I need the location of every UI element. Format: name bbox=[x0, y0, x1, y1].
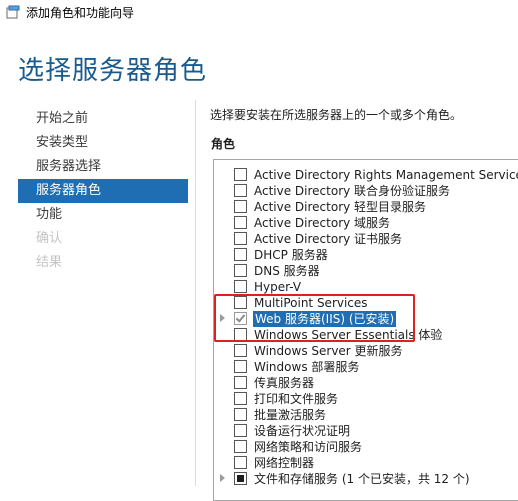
role-checkbox[interactable] bbox=[234, 184, 247, 197]
role-row[interactable]: Active Directory Rights Management Servi… bbox=[214, 167, 518, 183]
role-row[interactable]: 文件和存储服务 (1 个已安装，共 12 个) bbox=[214, 471, 518, 487]
role-checkbox[interactable] bbox=[234, 456, 247, 469]
role-label: 传真服务器 bbox=[254, 376, 315, 390]
role-checkbox[interactable] bbox=[234, 360, 247, 373]
role-checkbox[interactable] bbox=[234, 200, 247, 213]
role-label: Windows Server Essentials 体验 bbox=[254, 328, 443, 342]
role-label: Active Directory 证书服务 bbox=[254, 232, 403, 246]
role-label: Active Directory Rights Management Servi… bbox=[254, 168, 518, 182]
role-checkbox[interactable] bbox=[234, 296, 247, 309]
role-label: Windows 部署服务 bbox=[254, 360, 360, 374]
role-row[interactable]: Web 服务器(IIS) (已安装) bbox=[214, 311, 518, 327]
role-row[interactable]: Active Directory 域服务 bbox=[214, 215, 518, 231]
role-label: 文件和存储服务 (1 个已安装，共 12 个) bbox=[254, 472, 470, 486]
role-row[interactable]: DHCP 服务器 bbox=[214, 247, 518, 263]
role-checkbox[interactable] bbox=[234, 408, 247, 421]
role-label: Active Directory 联合身份验证服务 bbox=[254, 184, 451, 198]
role-checkbox[interactable] bbox=[234, 232, 247, 245]
role-row[interactable]: Active Directory 证书服务 bbox=[214, 231, 518, 247]
nav-item-0[interactable]: 开始之前 bbox=[18, 107, 188, 131]
wizard-nav: 开始之前 安装类型 服务器选择 服务器角色 功能确认结果 bbox=[18, 107, 188, 275]
expand-arrow-icon[interactable] bbox=[220, 474, 225, 482]
expand-arrow-icon[interactable] bbox=[220, 314, 225, 322]
role-label: Windows Server 更新服务 bbox=[254, 344, 403, 358]
role-row[interactable]: Windows 部署服务 bbox=[214, 359, 518, 375]
role-row[interactable]: 传真服务器 bbox=[214, 375, 518, 391]
wizard-icon bbox=[6, 5, 20, 19]
role-row[interactable]: 网络策略和访问服务 bbox=[214, 439, 518, 455]
role-checkbox[interactable] bbox=[234, 312, 247, 325]
nav-item-5: 确认 bbox=[36, 231, 63, 246]
page-title: 选择服务器角色 bbox=[18, 56, 208, 86]
role-label: Active Directory 轻型目录服务 bbox=[254, 200, 427, 214]
role-row[interactable]: DNS 服务器 bbox=[214, 263, 518, 279]
role-checkbox[interactable] bbox=[234, 328, 247, 341]
role-row[interactable]: 打印和文件服务 bbox=[214, 391, 518, 407]
title-bar: 添加角色和功能向导 bbox=[0, 0, 518, 26]
nav-item-3[interactable]: 服务器角色 bbox=[18, 179, 188, 203]
role-checkbox[interactable] bbox=[234, 424, 247, 437]
role-checkbox[interactable] bbox=[234, 440, 247, 453]
role-checkbox[interactable] bbox=[234, 472, 247, 485]
nav-divider bbox=[195, 100, 196, 486]
role-checkbox[interactable] bbox=[234, 392, 247, 405]
role-row[interactable]: Windows Server 更新服务 bbox=[214, 343, 518, 359]
role-label: Web 服务器(IIS) (已安装) bbox=[253, 311, 397, 327]
role-row[interactable]: 批量激活服务 bbox=[214, 407, 518, 423]
instruction-text: 选择要安装在所选服务器上的一个或多个角色。 bbox=[210, 108, 463, 122]
role-row[interactable]: Active Directory 轻型目录服务 bbox=[214, 199, 518, 215]
nav-item-1[interactable]: 安装类型 bbox=[18, 131, 188, 155]
role-checkbox[interactable] bbox=[234, 344, 247, 357]
role-checkbox[interactable] bbox=[234, 280, 247, 293]
role-label: 批量激活服务 bbox=[254, 408, 327, 422]
role-checkbox[interactable] bbox=[234, 264, 247, 277]
role-label: Hyper-V bbox=[254, 280, 302, 294]
role-row[interactable]: MultiPoint Services bbox=[214, 295, 518, 311]
role-row[interactable]: Active Directory 联合身份验证服务 bbox=[214, 183, 518, 199]
role-row[interactable]: 网络控制器 bbox=[214, 455, 518, 471]
role-checkbox[interactable] bbox=[234, 168, 247, 181]
roles-list[interactable]: Active Directory Rights Management Servi… bbox=[213, 159, 518, 501]
nav-item-4[interactable]: 功能 bbox=[18, 203, 188, 227]
nav-item-6: 结果 bbox=[36, 255, 63, 270]
role-label: 网络策略和访问服务 bbox=[254, 440, 363, 454]
role-label: MultiPoint Services bbox=[254, 296, 368, 310]
role-row[interactable]: 设备运行状况证明 bbox=[214, 423, 518, 439]
window-title: 添加角色和功能向导 bbox=[26, 6, 135, 20]
role-label: Active Directory 域服务 bbox=[254, 216, 391, 230]
role-label: 网络控制器 bbox=[254, 456, 315, 470]
role-row[interactable]: Hyper-V bbox=[214, 279, 518, 295]
roles-heading: 角色 bbox=[211, 137, 236, 151]
role-checkbox[interactable] bbox=[234, 376, 247, 389]
role-checkbox[interactable] bbox=[234, 248, 247, 261]
role-label: 打印和文件服务 bbox=[254, 392, 339, 406]
role-checkbox[interactable] bbox=[234, 216, 247, 229]
role-label: DHCP 服务器 bbox=[254, 248, 328, 262]
role-label: DNS 服务器 bbox=[254, 264, 320, 278]
role-label: 设备运行状况证明 bbox=[254, 424, 351, 438]
role-row[interactable]: Windows Server Essentials 体验 bbox=[214, 327, 518, 343]
nav-item-2[interactable]: 服务器选择 bbox=[18, 155, 188, 179]
